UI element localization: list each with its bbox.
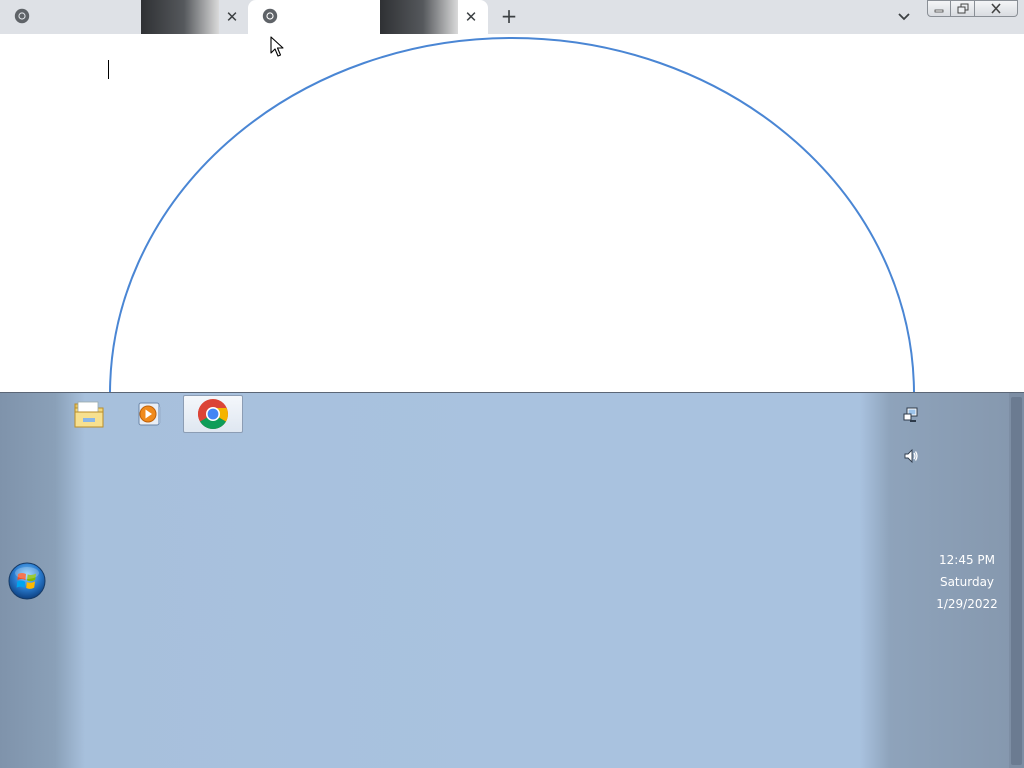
clock-day: Saturday (939, 575, 995, 589)
close-tab-icon[interactable]: ✕ (462, 8, 480, 26)
browser-tab-strip: ✕ ✕ + (0, 0, 1024, 34)
taskbar-scrollbar[interactable] (1009, 393, 1024, 768)
restore-icon (957, 3, 968, 13)
media-player-icon (138, 402, 161, 426)
tab-title-fade (380, 0, 458, 34)
page-content[interactable] (0, 34, 1024, 392)
browser-tab-active[interactable]: ✕ (248, 0, 488, 34)
taskbar-google-chrome[interactable] (183, 395, 243, 433)
semicircle-outline (109, 37, 915, 392)
start-button[interactable] (8, 562, 46, 600)
clock-date: 1/29/2022 (936, 597, 998, 611)
chrome-icon (262, 8, 278, 24)
folder-icon (74, 401, 104, 428)
close-tab-icon[interactable]: ✕ (223, 8, 241, 26)
windows-logo-icon (8, 562, 46, 600)
chrome-icon (14, 8, 30, 24)
taskbar: 12:45 PM Saturday 1/29/2022 (0, 392, 1024, 768)
taskbar-clock[interactable]: 12:45 PM Saturday 1/29/2022 (920, 549, 1014, 615)
tab-title-fade (141, 0, 219, 34)
taskbar-windows-explorer[interactable] (59, 395, 119, 433)
text-caret (108, 60, 109, 79)
clock-time: 12:45 PM (939, 553, 995, 567)
scrollbar-thumb[interactable] (1011, 397, 1022, 765)
chevron-down-icon[interactable] (894, 7, 914, 27)
mouse-cursor-icon (270, 36, 284, 57)
browser-tab[interactable]: ✕ (0, 0, 248, 34)
semicircle-drawing (109, 37, 915, 392)
close-window-button[interactable] (975, 0, 1018, 17)
speaker-icon[interactable] (902, 447, 920, 465)
new-tab-button[interactable]: + (498, 6, 520, 28)
window-controls (927, 0, 1018, 17)
restore-button[interactable] (951, 0, 975, 17)
chrome-icon (198, 399, 228, 430)
minimize-icon (934, 9, 944, 12)
taskbar-windows-media-player[interactable] (120, 395, 180, 433)
minimize-button[interactable] (927, 0, 951, 17)
close-icon (991, 3, 1001, 14)
network-icon[interactable] (902, 406, 920, 424)
